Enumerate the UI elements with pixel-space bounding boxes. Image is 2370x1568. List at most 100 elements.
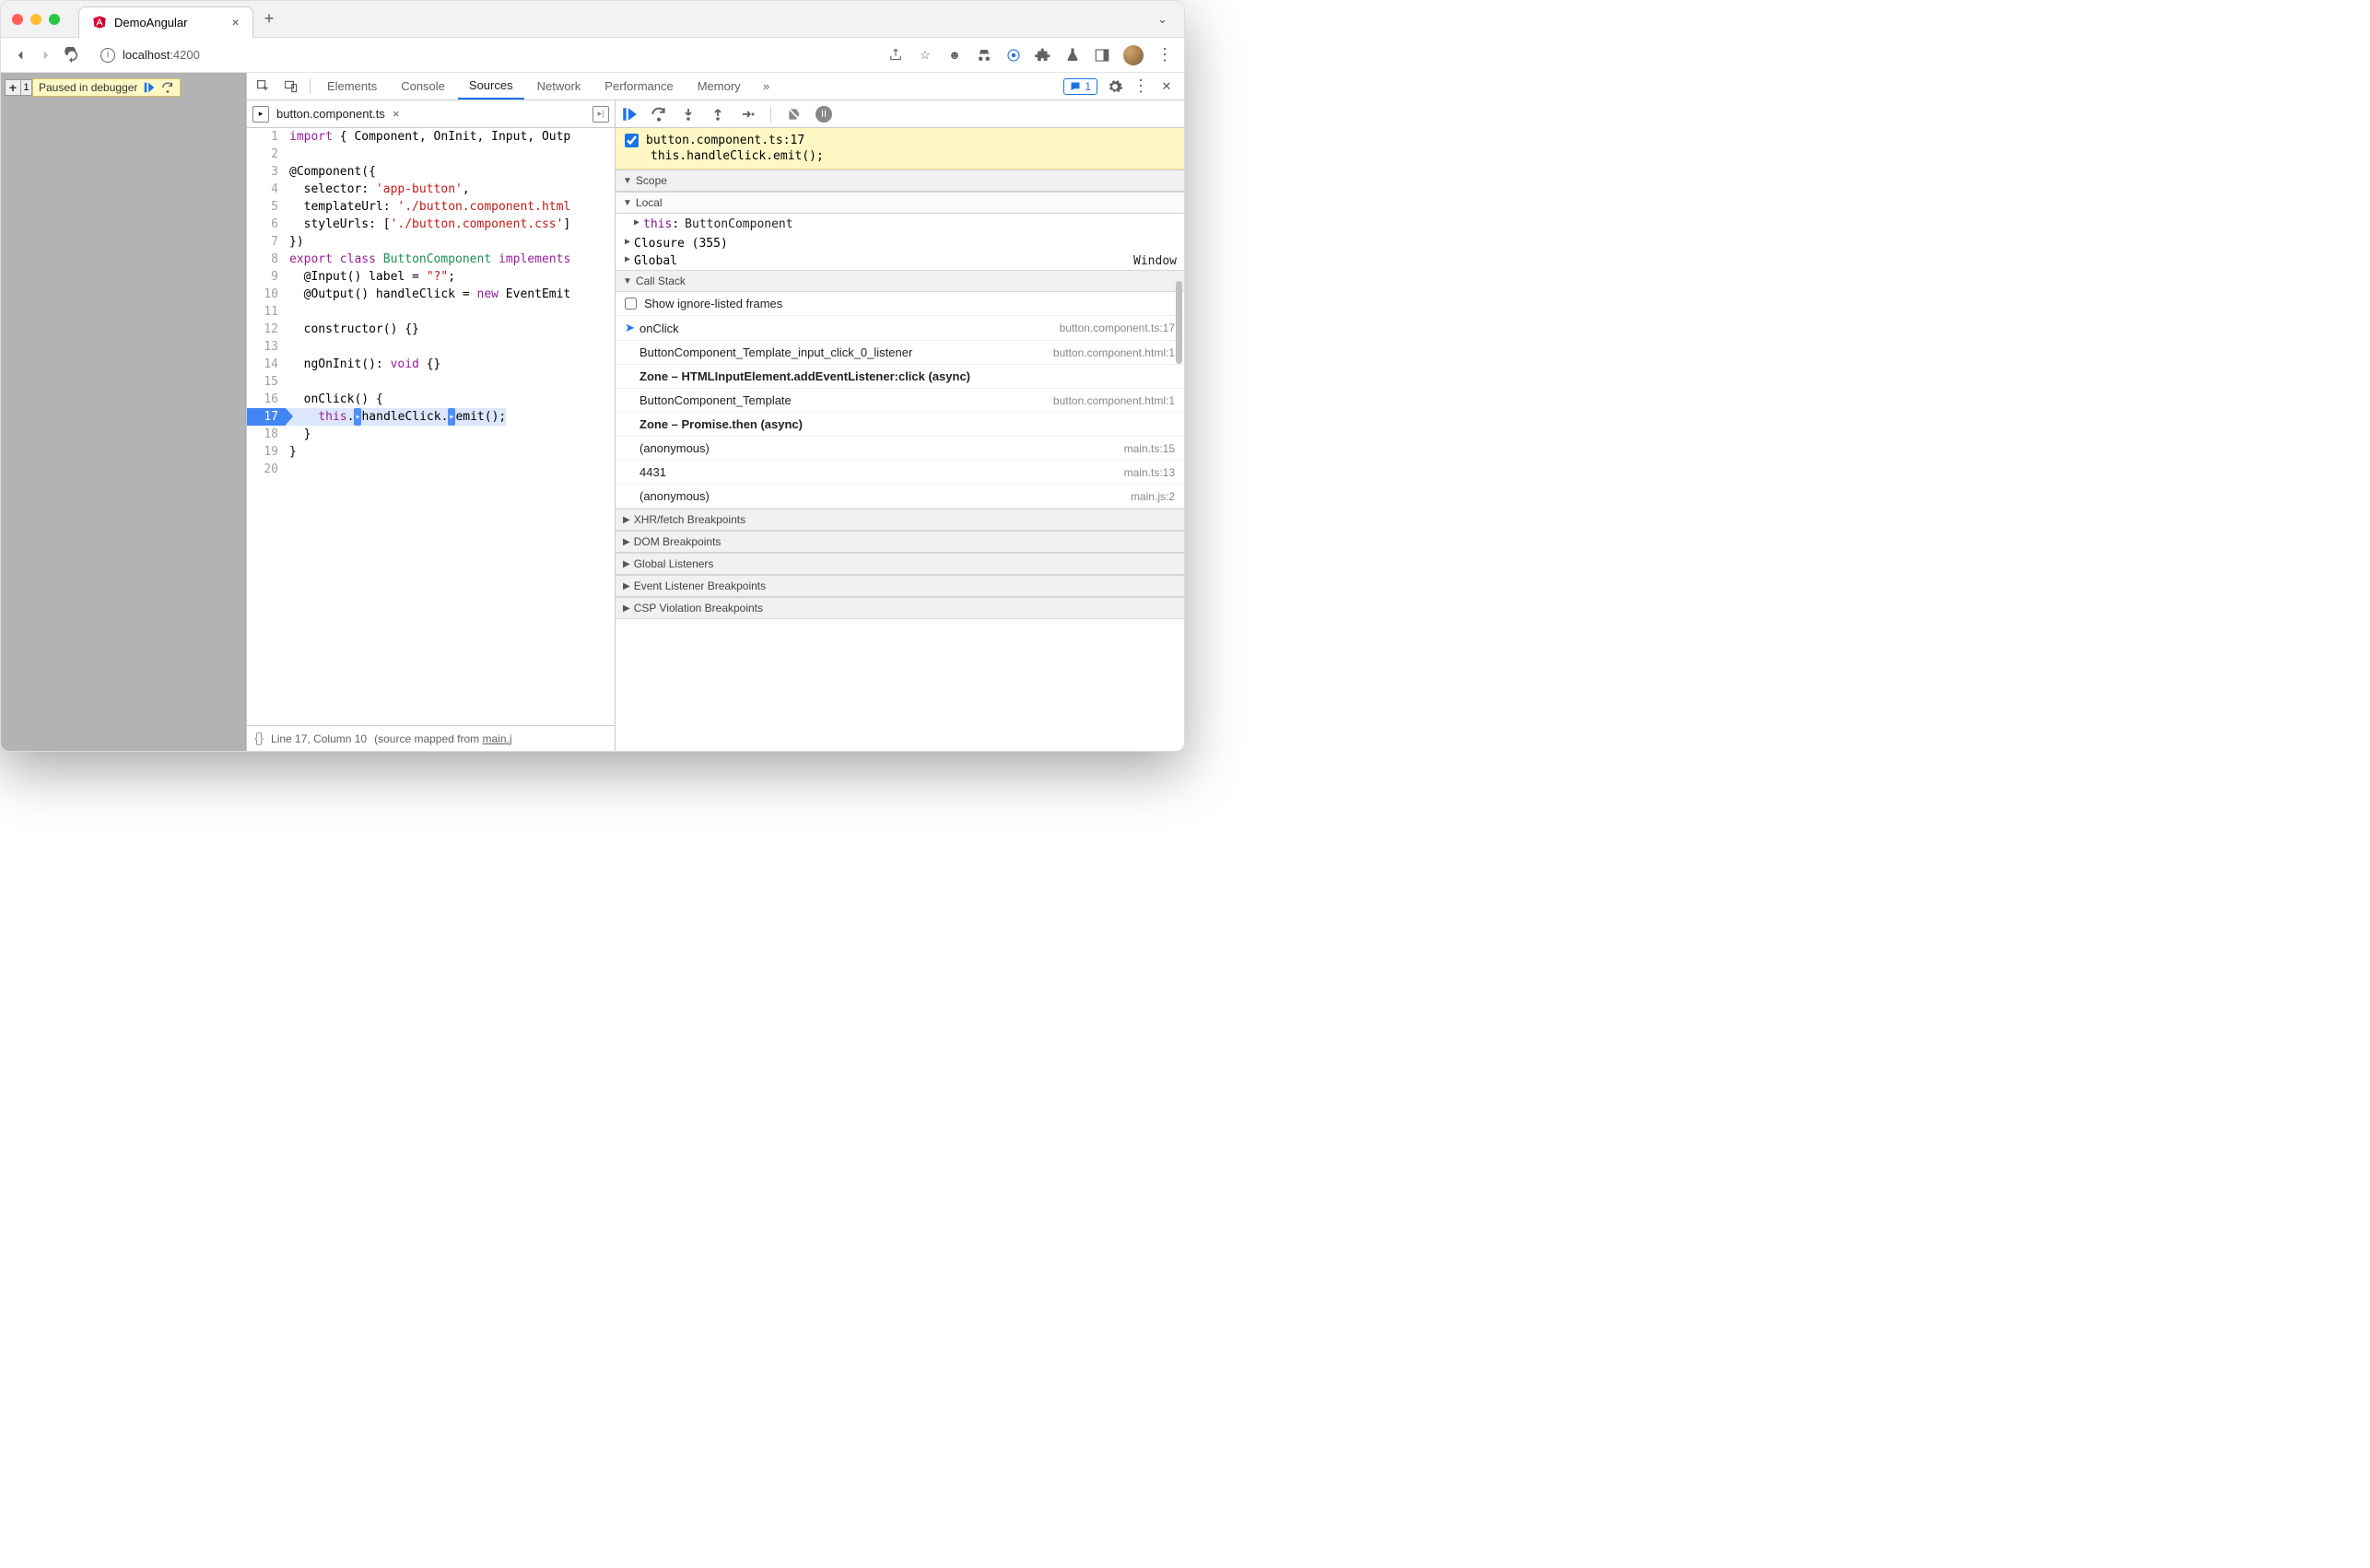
event-listener-breakpoints-header[interactable]: ▶Event Listener Breakpoints xyxy=(616,575,1184,597)
step-icon[interactable] xyxy=(739,106,756,123)
code-line[interactable]: 14 ngOnInit(): void {} xyxy=(247,356,615,373)
gutter-line-number[interactable]: 16 xyxy=(247,391,286,408)
gutter-line-number[interactable]: 14 xyxy=(247,356,286,373)
code-line[interactable]: 13 xyxy=(247,338,615,356)
back-button[interactable] xyxy=(12,47,29,64)
extension-eye-icon[interactable] xyxy=(1005,47,1022,64)
close-window-button[interactable] xyxy=(12,14,23,25)
callstack-frame[interactable]: ➤onClickbutton.component.ts:17 xyxy=(616,316,1184,341)
breakpoint-location[interactable]: button.component.ts:17 xyxy=(646,134,804,147)
reload-button[interactable] xyxy=(64,47,80,64)
callstack-frame[interactable]: (anonymous)main.ts:15 xyxy=(616,437,1184,461)
frame-location[interactable]: button.component.html:1 xyxy=(1053,394,1175,407)
gutter-line-number[interactable]: 5 xyxy=(247,198,286,216)
callstack-frame[interactable]: Zone – HTMLInputElement.addEventListener… xyxy=(616,365,1184,389)
gutter-line-number[interactable]: 4 xyxy=(247,181,286,198)
scope-this-row[interactable]: ▶this:ButtonComponent xyxy=(616,216,1184,233)
code-line[interactable]: 8export class ButtonComponent implements xyxy=(247,251,615,268)
code-line[interactable]: 9 @Input() label = "?"; xyxy=(247,268,615,286)
close-devtools-icon[interactable]: ✕ xyxy=(1158,78,1175,95)
share-icon[interactable] xyxy=(887,47,904,64)
device-toggle-icon[interactable] xyxy=(278,73,304,99)
gutter-line-number[interactable]: 3 xyxy=(247,163,286,181)
tab-console[interactable]: Console xyxy=(390,73,456,99)
code-line[interactable]: 10 @Output() handleClick = new EventEmit xyxy=(247,286,615,303)
tab-sources[interactable]: Sources xyxy=(458,73,524,99)
step-mini-icon[interactable] xyxy=(161,81,174,94)
step-out-icon[interactable] xyxy=(710,106,726,123)
site-info-icon[interactable]: i xyxy=(100,48,115,63)
inspect-element-icon[interactable] xyxy=(251,73,276,99)
code-line[interactable]: 19} xyxy=(247,443,615,461)
code-line[interactable]: 5 templateUrl: './button.component.html xyxy=(247,198,615,216)
scope-header[interactable]: ▼Scope xyxy=(616,170,1184,192)
gutter-line-number[interactable]: 10 xyxy=(247,286,286,303)
scope-global-row[interactable]: ▶GlobalWindow xyxy=(616,252,1184,270)
extension-incognito-icon[interactable] xyxy=(976,47,992,64)
file-tab[interactable]: button.component.ts × xyxy=(276,107,399,121)
code-line[interactable]: 15 xyxy=(247,373,615,391)
show-ignored-checkbox[interactable] xyxy=(625,298,637,310)
more-files-icon[interactable]: ▸| xyxy=(592,106,609,123)
frame-location[interactable]: main.ts:13 xyxy=(1124,466,1175,479)
tabs-menu-icon[interactable]: ⌄ xyxy=(1157,12,1167,27)
tab-network[interactable]: Network xyxy=(526,73,592,99)
csp-breakpoints-header[interactable]: ▶CSP Violation Breakpoints xyxy=(616,597,1184,619)
bookmark-star-icon[interactable]: ☆ xyxy=(917,47,933,64)
callstack-frame[interactable]: ButtonComponent_Templatebutton.component… xyxy=(616,389,1184,413)
pretty-print-icon[interactable]: {} xyxy=(254,731,264,746)
resume-icon[interactable] xyxy=(621,106,638,123)
code-line[interactable]: 17 this.▸handleClick.▸emit(); xyxy=(247,408,615,426)
frame-location[interactable]: main.js:2 xyxy=(1131,490,1175,503)
code-line[interactable]: 3@Component({ xyxy=(247,163,615,181)
code-line[interactable]: 7}) xyxy=(247,233,615,251)
code-line[interactable]: 16 onClick() { xyxy=(247,391,615,408)
extension-flask-icon[interactable] xyxy=(1064,47,1081,64)
frame-location[interactable]: button.component.html:1 xyxy=(1053,346,1175,359)
gutter-line-number[interactable]: 1 xyxy=(247,128,286,146)
minimize-window-button[interactable] xyxy=(30,14,41,25)
source-map-link[interactable]: main.j xyxy=(483,732,512,745)
gutter-line-number[interactable]: 8 xyxy=(247,251,286,268)
code-editor[interactable]: 1import { Component, OnInit, Input, Outp… xyxy=(247,128,615,725)
callstack-frame[interactable]: ButtonComponent_Template_input_click_0_l… xyxy=(616,341,1184,365)
scrollbar-thumb[interactable] xyxy=(1176,281,1182,364)
gutter-line-number[interactable]: 2 xyxy=(247,146,286,163)
add-button[interactable]: + xyxy=(5,79,21,96)
tab-elements[interactable]: Elements xyxy=(316,73,388,99)
code-line[interactable]: 4 selector: 'app-button', xyxy=(247,181,615,198)
show-ignored-row[interactable]: Show ignore-listed frames xyxy=(616,292,1184,316)
global-listeners-header[interactable]: ▶Global Listeners xyxy=(616,553,1184,575)
callstack-frame[interactable]: Zone – Promise.then (async) xyxy=(616,413,1184,437)
step-over-icon[interactable] xyxy=(651,106,667,123)
new-tab-button[interactable]: + xyxy=(264,9,275,29)
navigator-toggle-icon[interactable]: ▸ xyxy=(252,106,269,123)
gutter-line-number[interactable]: 11 xyxy=(247,303,286,321)
code-line[interactable]: 12 constructor() {} xyxy=(247,321,615,338)
devtools-menu-icon[interactable]: ⋮ xyxy=(1132,76,1149,96)
gutter-line-number[interactable]: 13 xyxy=(247,338,286,356)
callstack-frame[interactable]: (anonymous)main.js:2 xyxy=(616,485,1184,509)
gutter-line-number[interactable]: 17 xyxy=(247,408,286,426)
browser-tab[interactable]: DemoAngular × xyxy=(78,6,253,38)
maximize-window-button[interactable] xyxy=(49,14,60,25)
settings-gear-icon[interactable] xyxy=(1107,78,1123,95)
scope-closure-row[interactable]: ▶Closure (355) xyxy=(616,235,1184,252)
tab-performance[interactable]: Performance xyxy=(593,73,684,99)
more-tabs-icon[interactable]: » xyxy=(754,73,780,99)
close-file-icon[interactable]: × xyxy=(393,107,400,121)
gutter-line-number[interactable]: 15 xyxy=(247,373,286,391)
code-line[interactable]: 6 styleUrls: ['./button.component.css'] xyxy=(247,216,615,233)
address-field[interactable]: i localhost:4200 xyxy=(89,48,878,63)
issues-badge[interactable]: 1 xyxy=(1063,78,1097,95)
gutter-line-number[interactable]: 7 xyxy=(247,233,286,251)
step-into-icon[interactable] xyxy=(680,106,697,123)
extension-panel-icon[interactable] xyxy=(1094,47,1110,64)
xhr-breakpoints-header[interactable]: ▶XHR/fetch Breakpoints xyxy=(616,509,1184,531)
breakpoint-checkbox[interactable] xyxy=(625,134,639,147)
callstack-frame[interactable]: 4431main.ts:13 xyxy=(616,461,1184,485)
extensions-puzzle-icon[interactable] xyxy=(1035,47,1051,64)
callstack-header[interactable]: ▼Call Stack xyxy=(616,270,1184,292)
forward-button[interactable] xyxy=(38,47,54,64)
code-line[interactable]: 11 xyxy=(247,303,615,321)
